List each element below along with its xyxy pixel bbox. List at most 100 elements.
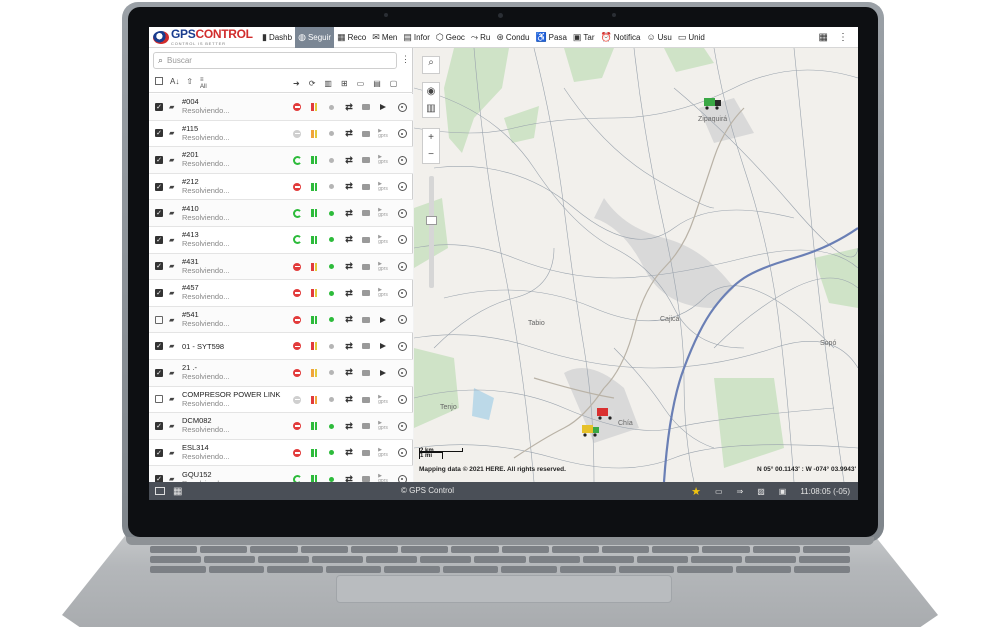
locate-cell[interactable] [395,227,409,253]
locate-cell[interactable] [395,413,409,439]
play-cell[interactable]: ▶ gprs [376,254,390,280]
locate-cell[interactable] [395,200,409,226]
nav-item-8[interactable]: ♿ Pasa [532,27,569,48]
locate-cell[interactable] [395,174,409,200]
nav-item-0[interactable]: ▮ Dashb [259,27,295,48]
favorites-star-icon[interactable]: ★ [691,485,701,498]
nav-item-12[interactable]: ▭ Unid [675,27,708,48]
apps-grid-icon[interactable]: ▦ [819,32,828,43]
camera-cell[interactable] [359,174,373,200]
sensor-col-icon[interactable]: ⊞ [341,79,348,88]
map-view[interactable]: Zipaquirá Cajicá Tabio Tenjo Sopó Chía ⌕… [414,48,858,482]
sort-alpha-icon[interactable]: A↓ [170,77,179,91]
unit-row[interactable]: ✓ ▰ #410 Resolviendo... ⇄ ▶ gprs [149,200,413,227]
battery-col-icon[interactable]: ▥ [324,79,332,88]
all-filter-button[interactable]: ≡ All [200,77,207,91]
unit-row[interactable]: ▰ COMPRESOR POWER LINK Resolviendo... ⇄ ▶ gpr… [149,387,413,414]
play-cell[interactable] [376,307,390,333]
message-col-icon[interactable]: ▤ [373,79,381,88]
unit-row[interactable]: ✓ ▰ 21 .- Resolviendo... ⇄ [149,359,413,387]
locate-cell[interactable] [395,280,409,306]
ignition-col-icon[interactable]: ➜ [293,79,300,88]
nav-item-11[interactable]: ☺ Usu [643,27,674,48]
play-cell[interactable] [376,94,390,120]
zoom-slider-handle[interactable] [426,216,437,225]
nav-item-10[interactable]: ⏰ Notifica [598,27,644,48]
camera-cell[interactable] [359,147,373,173]
unit-row[interactable]: ✓ ▰ #431 Resolviendo... ⇄ ▶ gprs [149,253,413,281]
camera-cell[interactable] [359,466,373,482]
map-type-icon[interactable]: ▥ [426,103,435,114]
unit-checkbox[interactable]: ✓ [155,288,163,297]
forward-icon[interactable]: ⇒ [737,487,744,496]
tray-icon[interactable]: ▭ [715,487,723,496]
locate-cell[interactable] [395,333,409,359]
zoom-in-icon[interactable]: + [428,132,434,143]
nav-item-5[interactable]: ⬡ Geoc [433,27,468,48]
truck-marker-yellow[interactable] [582,424,600,437]
nav-item-6[interactable]: ⤳ Ru [468,27,493,48]
unit-checkbox[interactable]: ✓ [155,235,163,244]
locate-cell[interactable] [395,147,409,173]
camera-cell[interactable] [359,333,373,359]
play-cell[interactable]: ▶ gprs [376,174,390,200]
unit-row[interactable]: ✓ ▰ 01 - SYT598 ⇄ [149,333,413,360]
unit-row[interactable]: ▰ #541 Resolviendo... ⇄ [149,306,413,334]
map-zoom-control[interactable]: + − [422,128,440,164]
locate-cell[interactable] [395,307,409,333]
locate-cell[interactable] [395,360,409,386]
unit-checkbox[interactable]: ✓ [155,155,163,164]
unit-checkbox[interactable]: ✓ [155,342,163,351]
unit-checkbox[interactable]: ✓ [155,209,163,218]
locate-cell[interactable] [395,387,409,413]
camera-cell[interactable] [359,440,373,466]
map-canvas[interactable] [414,48,858,482]
play-cell[interactable]: ▶ gprs [376,413,390,439]
image-icon[interactable]: ▨ [757,487,765,496]
camera-cell[interactable] [359,280,373,306]
locate-cell[interactable] [395,254,409,280]
nav-item-4[interactable]: ▤ Infor [400,27,433,48]
unit-checkbox[interactable]: ✓ [155,262,163,271]
nav-item-9[interactable]: ▣ Tar [570,27,598,48]
search-options-icon[interactable]: ⋮ [401,54,410,65]
unit-row[interactable]: ✓ ▰ GQU152Resolviendo... ⇄ ▶gprs [149,466,413,482]
play-cell[interactable] [376,360,390,386]
truck-marker-red[interactable] [597,407,615,420]
unit-row[interactable]: ✓ ▰ ESL314 Resolviendo... ⇄ ▶ gprs [149,440,413,467]
unit-checkbox[interactable]: ✓ [155,448,163,457]
nav-item-7[interactable]: ⊛ Condu [493,27,532,48]
zoom-slider-track[interactable] [429,176,434,288]
play-cell[interactable]: ▶ gprs [376,280,390,306]
play-cell[interactable]: ▶ gprs [376,200,390,226]
movement-col-icon[interactable]: ⟳ [309,79,316,88]
play-cell[interactable]: ▶ gprs [376,147,390,173]
camera-cell[interactable] [359,360,373,386]
unit-row[interactable]: ✓ ▰ #212 Resolviendo... ⇄ ▶ gprs [149,174,413,201]
map-search-button[interactable]: ⌕ [422,56,440,74]
locate-cell[interactable] [395,440,409,466]
select-all-checkbox[interactable] [155,76,163,85]
map-layers-control[interactable]: ◉ ▥ [422,82,440,118]
unit-checkbox[interactable]: ✓ [155,182,163,191]
nav-item-1[interactable]: ◍ Seguir [295,27,335,48]
video-col-icon[interactable]: ▭ [357,79,365,88]
camera-cell[interactable] [359,227,373,253]
grid-view-icon[interactable]: ▦ [173,486,182,497]
play-cell[interactable]: ▶ gprs [376,227,390,253]
nav-item-2[interactable]: ▦ Reco [334,27,369,48]
unit-checkbox[interactable]: ✓ [155,475,163,482]
unit-row[interactable]: ✓ ▰ #201 Resolviendo... ⇄ ▶ gprs [149,147,413,174]
unit-checkbox[interactable]: ✓ [155,368,163,377]
locate-cell[interactable] [395,466,409,482]
locate-cell[interactable] [395,121,409,147]
camera-cell[interactable] [359,387,373,413]
truck-marker-green[interactable] [704,97,722,110]
unit-checkbox[interactable] [155,395,163,404]
camera-cell[interactable] [359,121,373,147]
camera-cell[interactable] [359,200,373,226]
toggle-panel-icon[interactable] [155,487,165,495]
unit-checkbox[interactable]: ✓ [155,129,163,138]
play-cell[interactable]: ▶ gprs [376,440,390,466]
unit-checkbox[interactable] [155,315,163,324]
